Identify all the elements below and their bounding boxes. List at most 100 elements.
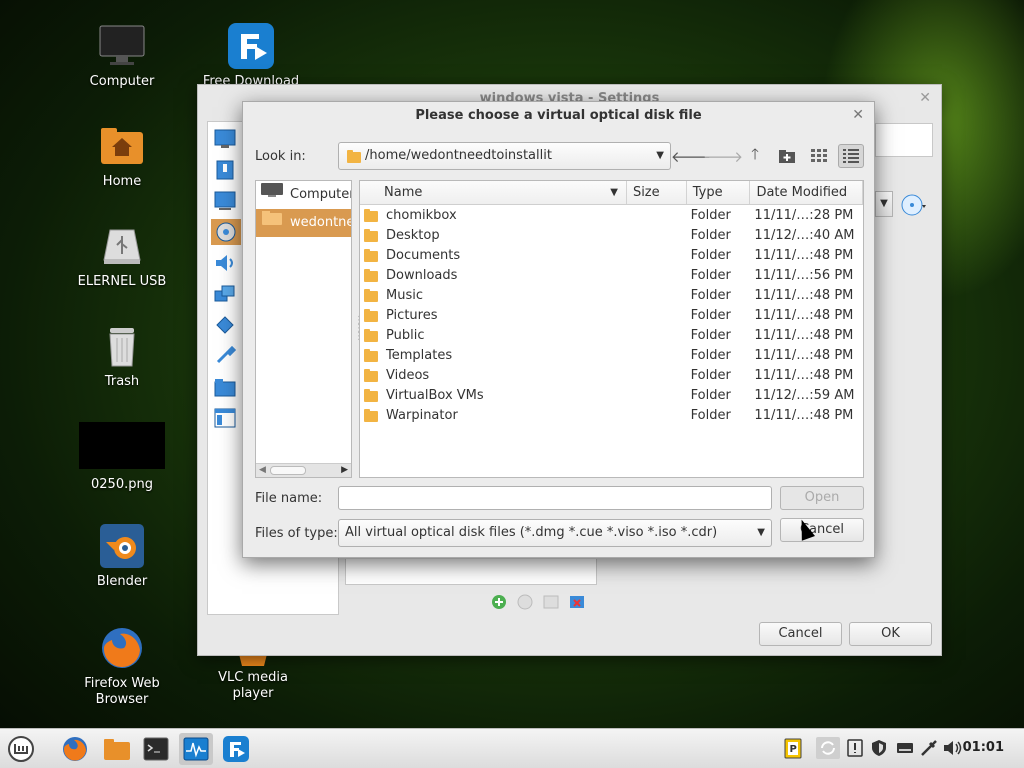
mint-menu-icon[interactable]	[4, 733, 38, 765]
places-sidebar: Computer wedontneedtoinstallit ◀ ▶	[255, 180, 352, 478]
detail-view-icon[interactable]	[838, 144, 864, 168]
folder-icon	[364, 268, 378, 282]
volume-icon[interactable]	[943, 739, 963, 761]
table-row[interactable]: Videos Folder 11/11/…:48 PM	[360, 366, 863, 386]
pane-splitter[interactable]: ⋮⋮⋮	[354, 316, 364, 343]
settings-ok-button[interactable]: OK	[849, 622, 932, 646]
scroll-right-icon[interactable]: ▶	[341, 465, 348, 475]
table-row[interactable]: VirtualBox VMs Folder 11/12/…:59 AM	[360, 386, 863, 406]
shield-icon[interactable]	[870, 739, 888, 761]
file-name-input[interactable]	[338, 486, 772, 510]
file-chooser-dialog: Please choose a virtual optical disk fil…	[242, 101, 875, 558]
usb-drive-icon	[98, 222, 146, 270]
home-folder-icon	[98, 122, 146, 170]
folder-icon	[364, 288, 378, 302]
table-row[interactable]: Public Folder 11/11/…:48 PM	[360, 326, 863, 346]
files-of-type-combo[interactable]: All virtual optical disk files (*.dmg *.…	[338, 519, 772, 547]
table-row[interactable]: Downloads Folder 11/11/…:56 PM	[360, 266, 863, 286]
chevron-down-icon: ▼	[757, 527, 765, 538]
horizontal-scrollbar[interactable]: ◀ ▶	[256, 463, 351, 477]
close-icon[interactable]: ✕	[919, 90, 931, 106]
desktop-icon-home[interactable]: Home	[67, 122, 177, 190]
update-manager-icon[interactable]	[846, 739, 864, 761]
desktop-icon-firefox[interactable]: Firefox Web Browser	[67, 624, 177, 708]
file-manager-icon[interactable]	[100, 733, 134, 765]
clipboard-tray-icon[interactable]: P	[784, 737, 802, 763]
place-computer[interactable]: Computer	[256, 181, 351, 209]
folder-icon	[364, 228, 378, 242]
audio-icon[interactable]	[211, 250, 239, 276]
desktop-icon-label: Firefox Web Browser	[84, 676, 160, 707]
close-icon[interactable]: ✕	[852, 107, 864, 123]
files-of-type-label: Files of type:	[255, 526, 338, 541]
folder-icon	[364, 368, 378, 382]
network-tray-icon[interactable]	[920, 739, 938, 761]
table-row[interactable]: Warpinator Folder 11/11/…:48 PM	[360, 406, 863, 426]
blender-icon	[98, 522, 146, 570]
files-of-type-value: All virtual optical disk files (*.dmg *.…	[345, 525, 718, 540]
taskbar: P 01:01	[0, 728, 1024, 768]
folder-icon	[364, 348, 378, 362]
open-button[interactable]: Open	[780, 486, 864, 510]
display-icon[interactable]	[211, 188, 239, 214]
optical-disk-icon[interactable]	[900, 193, 928, 217]
table-row[interactable]: Documents Folder 11/11/…:48 PM	[360, 246, 863, 266]
background-field	[875, 123, 933, 157]
desktop-icon-trash[interactable]: Trash	[67, 322, 177, 390]
settings-cancel-button[interactable]: Cancel	[759, 622, 842, 646]
column-header-date[interactable]: Date Modified	[750, 181, 863, 204]
back-icon[interactable]: 🡐	[671, 144, 711, 168]
shared-folders-icon[interactable]	[211, 374, 239, 400]
keyboard-icon[interactable]	[896, 739, 914, 761]
desktop-icon-usb[interactable]: ELERNEL USB	[67, 222, 177, 290]
place-home[interactable]: wedontneedtoinstallit	[256, 209, 351, 237]
parent-directory-icon[interactable]: 🡑	[742, 144, 768, 168]
column-header-name[interactable]: Name ▼	[360, 181, 627, 204]
table-row[interactable]: chomikbox Folder 11/11/…:28 PM	[360, 206, 863, 226]
user-interface-icon[interactable]	[211, 405, 239, 431]
sync-tray-icon[interactable]	[815, 736, 841, 764]
dialog-cancel-button[interactable]: Cancel	[780, 518, 864, 542]
folder-icon	[364, 408, 378, 422]
system-icon[interactable]	[211, 157, 239, 183]
system-monitor-icon[interactable]	[179, 733, 213, 765]
dialog-title: Please choose a virtual optical disk fil…	[415, 108, 702, 123]
general-icon[interactable]	[211, 126, 239, 152]
look-in-combo[interactable]: /home/wedontneedtoinstallit ▼	[338, 142, 671, 170]
free-download-manager-icon[interactable]	[219, 733, 253, 765]
terminal-icon[interactable]	[139, 733, 173, 765]
usb-icon[interactable]	[211, 343, 239, 369]
remove-attachment-icon[interactable]	[568, 593, 586, 613]
icon-view-icon[interactable]	[806, 144, 832, 168]
desktop-icon-label: Computer	[89, 74, 155, 89]
scroll-left-icon[interactable]: ◀	[259, 465, 266, 475]
place-label: wedontneedtoinstallit	[290, 215, 351, 230]
clock[interactable]: 01:01	[963, 740, 1004, 755]
new-folder-icon[interactable]	[774, 144, 800, 168]
add-attachment-icon[interactable]	[490, 593, 508, 613]
forward-icon[interactable]: 🡒	[703, 144, 743, 168]
table-row[interactable]: Desktop Folder 11/12/…:40 AM	[360, 226, 863, 246]
column-header-type[interactable]: Type	[687, 181, 751, 204]
desktop-icon-computer[interactable]: Computer	[67, 22, 177, 90]
desktop-icon-label: VLC media player	[218, 670, 288, 701]
desktop-icon-free-download[interactable]: Free Download	[196, 22, 306, 90]
add-hard-disk-icon[interactable]	[542, 593, 560, 613]
firefox-icon[interactable]	[58, 733, 92, 765]
scrollbar-thumb[interactable]	[270, 466, 306, 475]
desktop-icon-blender[interactable]: Blender	[67, 522, 177, 590]
firefox-icon	[98, 624, 146, 672]
folder-icon	[260, 209, 284, 237]
desktop-icon-image[interactable]: 0250.png	[67, 422, 177, 493]
folder-icon	[364, 328, 378, 342]
add-disk-icon[interactable]	[516, 593, 534, 613]
storage-icon[interactable]	[211, 219, 241, 245]
network-icon[interactable]	[211, 281, 239, 307]
serial-ports-icon[interactable]	[211, 312, 239, 338]
column-header-size[interactable]: Size	[627, 181, 687, 204]
svg-text:P: P	[790, 744, 797, 755]
table-row[interactable]: Pictures Folder 11/11/…:48 PM	[360, 306, 863, 326]
chevron-down-icon[interactable]: ▼	[875, 191, 893, 217]
table-row[interactable]: Templates Folder 11/11/…:48 PM	[360, 346, 863, 366]
table-row[interactable]: Music Folder 11/11/…:48 PM	[360, 286, 863, 306]
